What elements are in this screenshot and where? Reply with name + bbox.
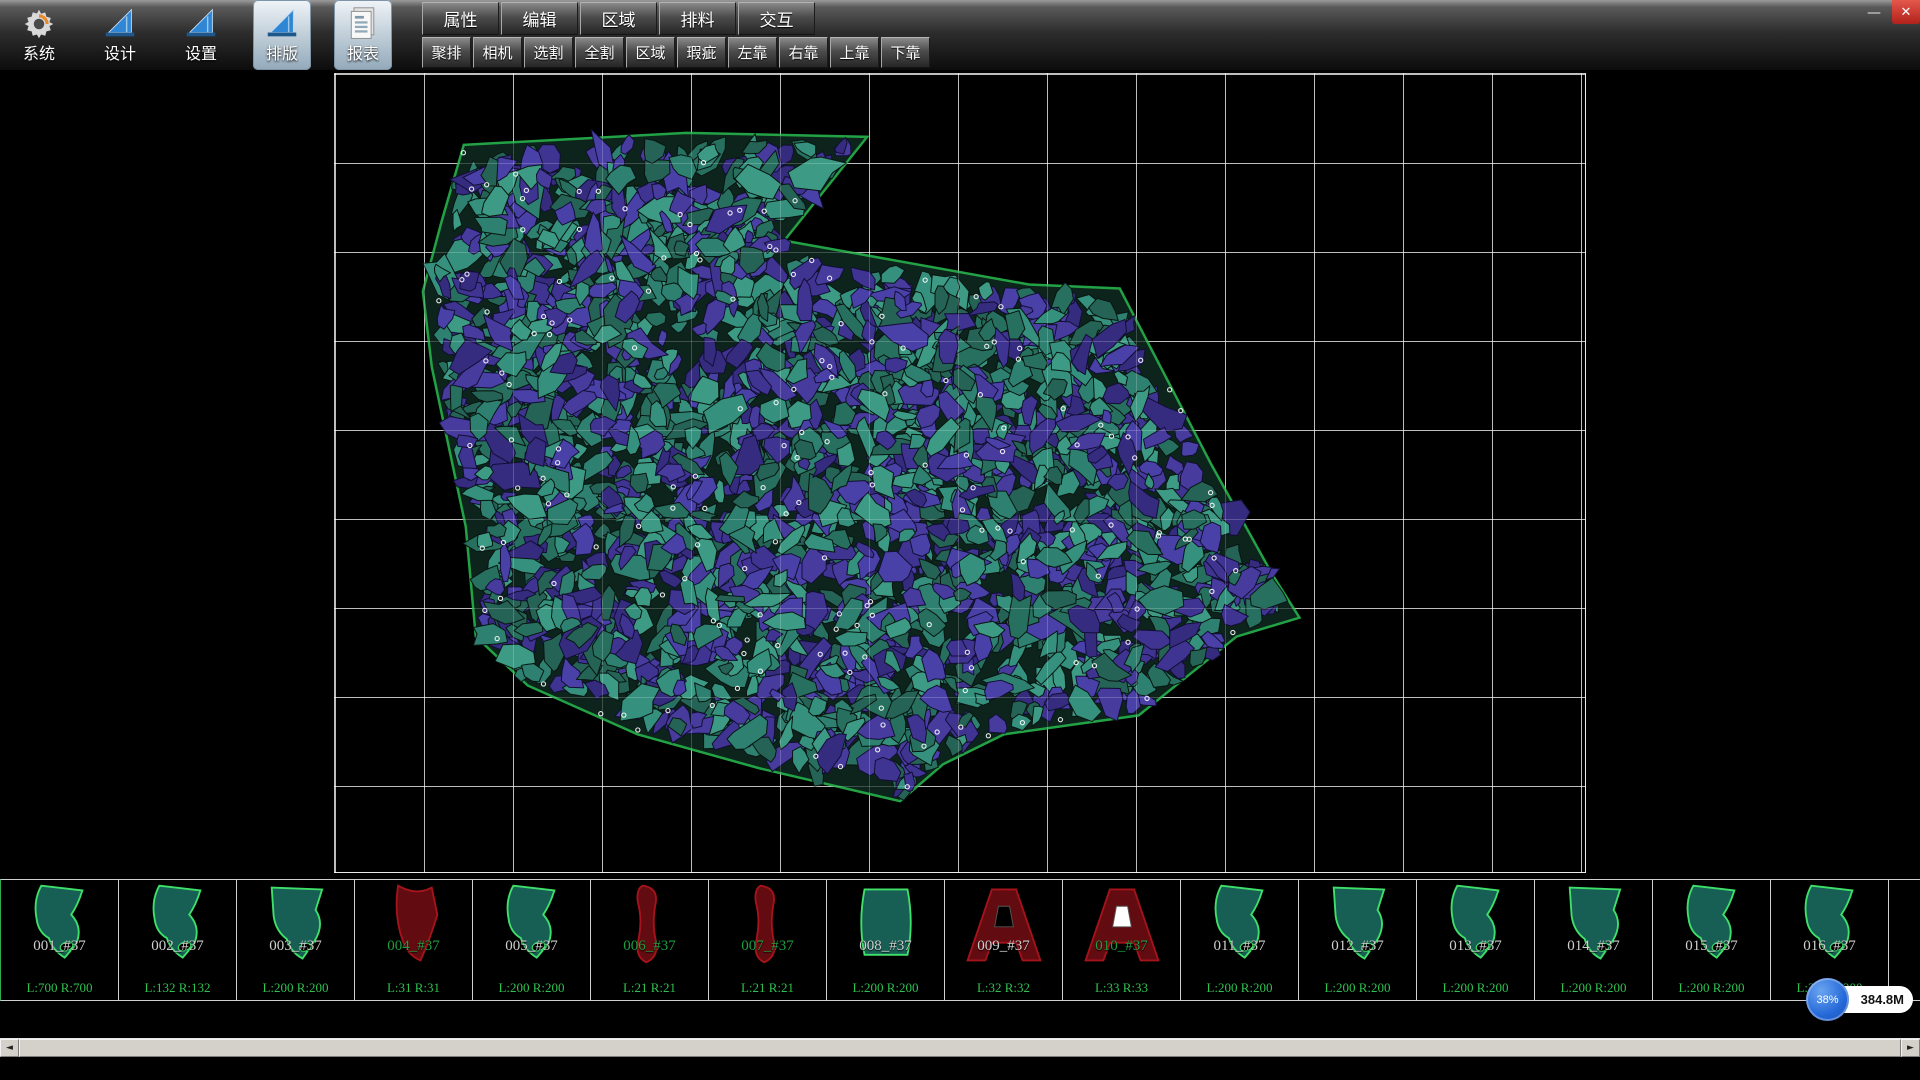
sail-icon bbox=[101, 2, 139, 46]
tool-button-align-top[interactable]: 上靠 bbox=[830, 37, 879, 68]
piece-name: 007_#37 bbox=[709, 938, 826, 955]
piece-name: 010_#37 bbox=[1063, 938, 1180, 955]
tool-button-zone[interactable]: 区域 bbox=[626, 37, 675, 68]
app-button-label: 系统 bbox=[23, 46, 55, 64]
menu-tab-nesting[interactable]: 排料 bbox=[659, 2, 736, 35]
piece-name: 003_#37 bbox=[237, 938, 354, 955]
app-button-label: 排版 bbox=[266, 46, 298, 64]
app-button-row: 系统 设计 设置 排版 报表 bbox=[10, 0, 392, 70]
piece-name: 002_#37 bbox=[119, 938, 236, 955]
piece-lr-count: L:132 R:132 bbox=[119, 980, 236, 996]
close-button[interactable]: ✕ bbox=[1892, 0, 1920, 24]
piece-thumbnail[interactable]: 013_#37 L:200 R:200 bbox=[1417, 880, 1535, 1000]
piece-name: 015_#37 bbox=[1653, 938, 1770, 955]
menu-tab-interact[interactable]: 交互 bbox=[738, 2, 815, 35]
sail-icon bbox=[263, 2, 301, 46]
piece-name: 006_#37 bbox=[591, 938, 708, 955]
piece-lr-count: L:200 R:200 bbox=[1653, 980, 1770, 996]
piece-lr-count: L:200 R:200 bbox=[1417, 980, 1534, 996]
app-button-design[interactable]: 设计 bbox=[91, 0, 149, 70]
piece-thumbnail[interactable]: 010_#37 L:33 R:33 bbox=[1063, 880, 1181, 1000]
piece-thumbnail[interactable]: 008_#37 L:200 R:200 bbox=[827, 880, 945, 1000]
progress-indicator: 38% bbox=[1806, 978, 1849, 1021]
piece-name: 004_#37 bbox=[355, 938, 472, 955]
tool-button-align-left[interactable]: 左靠 bbox=[728, 37, 777, 68]
menu-tab-region[interactable]: 区域 bbox=[580, 2, 657, 35]
piece-name: 005_#37 bbox=[473, 938, 590, 955]
tool-button-row: 聚排相机选割全割区域瑕疵左靠右靠上靠下靠 bbox=[422, 37, 930, 68]
piece-thumbnail[interactable]: 012_#37 L:200 R:200 bbox=[1299, 880, 1417, 1000]
app-button-system[interactable]: 系统 bbox=[10, 0, 68, 70]
piece-name: 012_#37 bbox=[1299, 938, 1416, 955]
app-button-report[interactable]: 报表 bbox=[334, 0, 392, 70]
app-button-settings[interactable]: 设置 bbox=[172, 0, 230, 70]
piece-thumbnail[interactable]: 001_#37 L:700 R:700 bbox=[1, 880, 119, 1000]
piece-lr-count: L:200 R:200 bbox=[1535, 980, 1652, 996]
piece-name: 008_#37 bbox=[827, 938, 944, 955]
status-badge: 384.8M 38% bbox=[1806, 978, 1918, 1021]
leather-hide-nest bbox=[335, 74, 1585, 872]
tool-button-camera[interactable]: 相机 bbox=[473, 37, 522, 68]
piece-lr-count: L:32 R:32 bbox=[945, 980, 1062, 996]
piece-thumbnail[interactable]: 002_#37 L:132 R:132 bbox=[119, 880, 237, 1000]
piece-name: 016_#37 bbox=[1771, 938, 1888, 955]
minimize-button[interactable]: — bbox=[1860, 2, 1888, 24]
piece-lr-count: L:31 R:31 bbox=[355, 980, 472, 996]
scroll-right-arrow-icon[interactable]: ► bbox=[1901, 1039, 1920, 1057]
piece-thumbnail[interactable]: 007_#37 L:21 R:21 bbox=[709, 880, 827, 1000]
horizontal-scrollbar[interactable]: ◄ ► bbox=[0, 1038, 1920, 1056]
piece-name: 014_#37 bbox=[1535, 938, 1652, 955]
tool-button-align-right[interactable]: 右靠 bbox=[779, 37, 828, 68]
tool-button-select-cut[interactable]: 选割 bbox=[524, 37, 573, 68]
piece-lr-count: L:200 R:200 bbox=[827, 980, 944, 996]
piece-name: 009_#37 bbox=[945, 938, 1062, 955]
sail-icon bbox=[182, 2, 220, 46]
piece-lr-count: L:700 R:700 bbox=[1, 980, 118, 996]
piece-name: 001_#37 bbox=[1, 938, 118, 955]
piece-lr-count: L:200 R:200 bbox=[1181, 980, 1298, 996]
piece-lr-count: L:21 R:21 bbox=[709, 980, 826, 996]
gear-icon bbox=[20, 2, 58, 46]
scrollbar-thumb[interactable] bbox=[19, 1039, 1901, 1057]
piece-thumbnail[interactable]: 011_#37 L:200 R:200 bbox=[1181, 880, 1299, 1000]
tool-button-defect[interactable]: 瑕疵 bbox=[677, 37, 726, 68]
scroll-left-arrow-icon[interactable]: ◄ bbox=[0, 1039, 19, 1057]
piece-lr-count: L:33 R:33 bbox=[1063, 980, 1180, 996]
tool-button-align-bottom[interactable]: 下靠 bbox=[881, 37, 930, 68]
piece-thumbnail[interactable]: 014_#37 L:200 R:200 bbox=[1535, 880, 1653, 1000]
top-toolbar: 系统设计设置排版报表 属性编辑区域排料交互 聚排相机选割全割区域瑕疵左靠右靠上靠… bbox=[0, 0, 1920, 70]
report-icon bbox=[345, 2, 381, 46]
piece-shape bbox=[1895, 882, 1920, 966]
piece-lr-count: L:21 R:21 bbox=[591, 980, 708, 996]
tool-button-cluster-nest[interactable]: 聚排 bbox=[422, 37, 471, 68]
piece-lr-count: L:200 R:200 bbox=[1299, 980, 1416, 996]
app-button-label: 报表 bbox=[347, 46, 379, 64]
menu-tab-row: 属性编辑区域排料交互 bbox=[422, 2, 815, 35]
piece-thumbnail[interactable]: 015_#37 L:200 R:200 bbox=[1653, 880, 1771, 1000]
piece-thumbnail[interactable]: 009_#37 L:32 R:32 bbox=[945, 880, 1063, 1000]
app-button-layout[interactable]: 排版 bbox=[253, 0, 311, 70]
menu-tab-edit[interactable]: 编辑 bbox=[501, 2, 578, 35]
tool-button-cut-all[interactable]: 全割 bbox=[575, 37, 624, 68]
piece-thumbnail[interactable]: 005_#37 L:200 R:200 bbox=[473, 880, 591, 1000]
app-button-label: 设计 bbox=[104, 46, 136, 64]
piece-lr-count: L:200 R:200 bbox=[237, 980, 354, 996]
piece-thumbnail[interactable]: 006_#37 L:21 R:21 bbox=[591, 880, 709, 1000]
piece-strip: 001_#37L:700 R:700002_#37L:132 R:132003_… bbox=[0, 879, 1920, 1001]
piece-name: 011_#37 bbox=[1181, 938, 1298, 955]
piece-name: 013_#37 bbox=[1417, 938, 1534, 955]
piece-thumbnail[interactable]: 004_#37 L:31 R:31 bbox=[355, 880, 473, 1000]
app-button-label: 设置 bbox=[185, 46, 217, 64]
piece-lr-count: L:200 R:200 bbox=[473, 980, 590, 996]
piece-thumbnail[interactable]: 003_#37 L:200 R:200 bbox=[237, 880, 355, 1000]
nesting-canvas[interactable] bbox=[334, 73, 1586, 873]
menu-tab-properties[interactable]: 属性 bbox=[422, 2, 499, 35]
